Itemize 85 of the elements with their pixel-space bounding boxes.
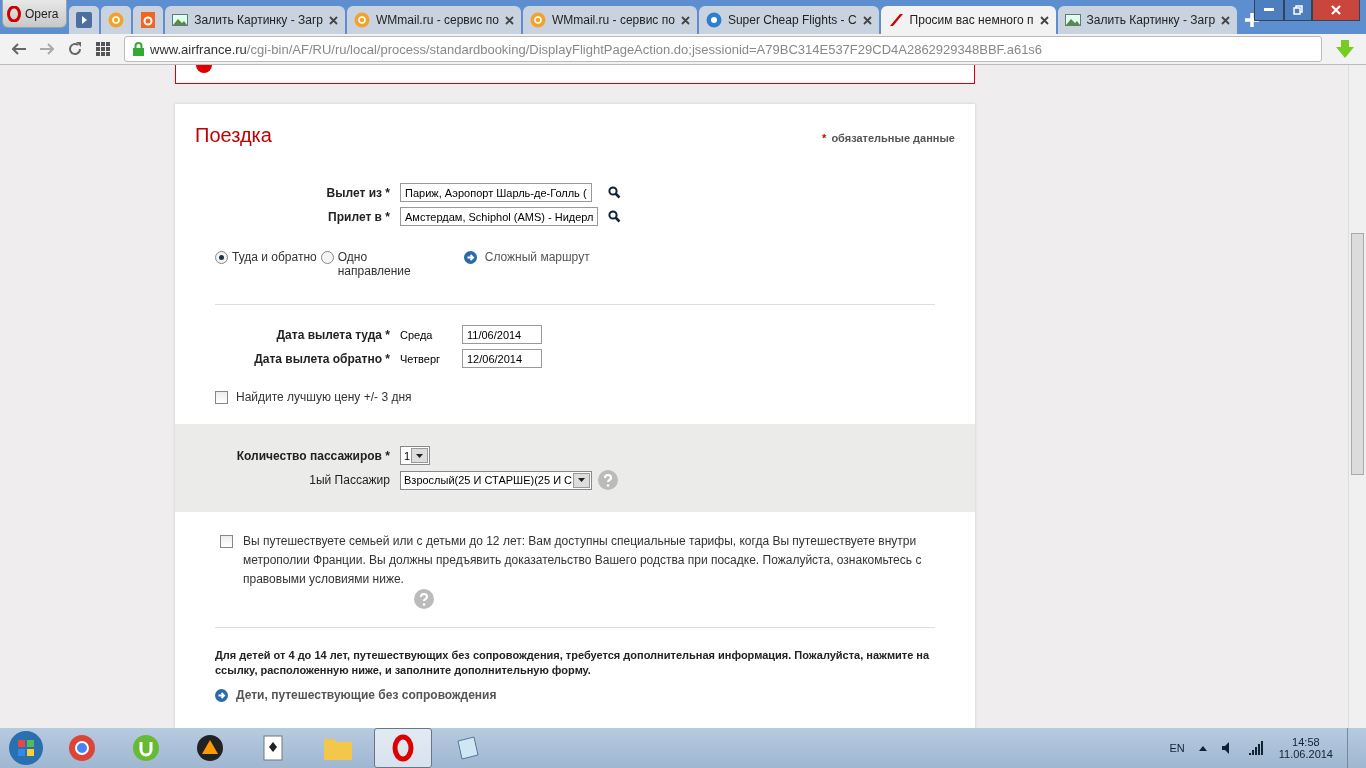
reload-icon[interactable] bbox=[68, 42, 82, 56]
airport-field[interactable]: Париж, Аэропорт Шарль-де-Голль ( bbox=[400, 183, 592, 202]
pinned-tab[interactable] bbox=[101, 6, 132, 34]
back-icon[interactable] bbox=[12, 43, 26, 55]
tray-expand-icon[interactable] bbox=[1198, 745, 1207, 751]
picture-icon bbox=[172, 14, 189, 26]
ring-logo-icon bbox=[108, 12, 125, 28]
weekday: Среда bbox=[400, 328, 434, 341]
dropdown-arrow-icon bbox=[578, 478, 586, 482]
unaccompanied-children-link[interactable]: Дети, путешествующие без сопровождения bbox=[215, 688, 955, 702]
required-note: обязательные данные bbox=[831, 132, 955, 144]
triangle-logo-icon bbox=[196, 734, 224, 762]
signal-bars-icon[interactable] bbox=[1248, 741, 1265, 755]
field-label: Прилет в * bbox=[328, 209, 390, 224]
opera-logo-icon bbox=[7, 5, 21, 22]
picture-icon bbox=[1064, 14, 1081, 26]
unaccompanied-info-text: Для детей от 4 до 14 лет, путешествующих без сопровождения, требуется дополнительная информация. Пожалуйста, нажмите на ссылку, расположенную ниже, и заполните дополнительную форму. bbox=[215, 648, 931, 678]
notepad-icon bbox=[455, 735, 481, 761]
field-label: Вылет из * bbox=[326, 185, 390, 200]
pinned-tab[interactable] bbox=[133, 6, 164, 34]
start-button-icon[interactable] bbox=[6, 730, 46, 766]
date-label: Дата вылета туда * bbox=[276, 327, 390, 342]
checkbox-label[interactable]: Найдите лучшую цену +/- 3 дня bbox=[236, 390, 412, 404]
passenger-type-select[interactable]: Взрослый(25 И СТАРШЕ)(25 И С bbox=[400, 470, 593, 490]
close-window-button[interactable] bbox=[1312, 0, 1360, 21]
clock-date[interactable]: 11.06.2014 bbox=[1278, 748, 1333, 760]
taskbar-app-button[interactable] bbox=[374, 728, 432, 768]
radio-label[interactable]: Одно направление bbox=[337, 250, 430, 278]
address-field[interactable]: www.airfrance.ru/cgi-bin/AF/RU/ru/local/process/standardbooking/DisplayFlightPageAction.do;jsessionid=A79BC314E537F29CD4A2862929348BBF.a61s6 bbox=[124, 36, 1322, 62]
arrow-right-icon bbox=[215, 688, 228, 702]
speed-dial-tab[interactable] bbox=[69, 6, 100, 34]
browser-tab[interactable]: Залить Картинку - Загр bbox=[1057, 6, 1238, 34]
lock-icon bbox=[133, 42, 144, 56]
u-logo-icon bbox=[132, 734, 160, 762]
section-title: Поездка bbox=[195, 124, 272, 147]
close-icon[interactable] bbox=[862, 15, 872, 25]
clock-time[interactable]: 14:58 bbox=[1292, 736, 1320, 748]
grid-icon[interactable] bbox=[96, 42, 110, 56]
close-icon[interactable] bbox=[504, 15, 514, 25]
field-label: Количество пассажиров * bbox=[236, 448, 390, 463]
circle-logo-icon bbox=[705, 12, 722, 28]
ring-logo-icon bbox=[68, 734, 96, 762]
browser-tab[interactable]: Просим вас немного п bbox=[880, 6, 1056, 34]
checkbox[interactable] bbox=[215, 390, 228, 404]
stripe-logo-icon bbox=[887, 14, 904, 26]
play-icon bbox=[76, 12, 93, 28]
radio-button[interactable] bbox=[320, 251, 334, 264]
asterisk: * bbox=[822, 132, 827, 144]
airport-field[interactable]: Амстердам, Schiphol (AMS) - Нидерл bbox=[400, 207, 599, 226]
maximize-button[interactable] bbox=[1284, 0, 1312, 21]
family-fare-text: Вы путешествуете семьей или с детьми до 12 лет: Вам доступны специальные тарифы, когда Вы путешествуете внутри метрополии Франции. Вы должны предъявить доказательство Вашего родства при посадке. Пожалуйста, ознакомьтесь с правовыми условиями ниже. bbox=[243, 533, 923, 588]
weekday: Четверг bbox=[400, 352, 442, 365]
ring-logo-icon bbox=[529, 12, 546, 28]
complex-route-link[interactable]: Сложный маршрут bbox=[463, 250, 590, 264]
radio-label[interactable]: Туда и обратно bbox=[232, 250, 317, 264]
restore-icon bbox=[1293, 5, 1303, 15]
plus-icon[interactable] bbox=[1245, 13, 1260, 27]
passenger-count-select[interactable]: 1 bbox=[400, 446, 431, 465]
date-field[interactable]: 11/06/2014 bbox=[462, 325, 542, 344]
close-icon[interactable] bbox=[680, 15, 690, 25]
field-label: 1ый Пассажир bbox=[309, 473, 390, 487]
language-indicator[interactable]: EN bbox=[1169, 742, 1185, 754]
minimize-button[interactable] bbox=[1254, 0, 1284, 21]
arrow-right-icon bbox=[463, 250, 477, 264]
dropdown-arrow-icon bbox=[416, 453, 424, 458]
browser-tab[interactable]: WMmail.ru - сервис по bbox=[347, 6, 521, 34]
browser-tab[interactable]: WMmail.ru - сервис по bbox=[522, 6, 697, 34]
checkbox[interactable] bbox=[220, 535, 233, 548]
search-icon[interactable] bbox=[608, 210, 622, 223]
minimize-icon bbox=[1264, 8, 1274, 12]
search-icon[interactable] bbox=[608, 186, 622, 199]
close-icon[interactable] bbox=[1221, 15, 1231, 25]
browser-tab[interactable]: Залить Картинку - Загр bbox=[165, 6, 345, 34]
playing-cards-icon bbox=[262, 734, 286, 762]
close-icon[interactable] bbox=[1039, 15, 1049, 25]
ring-logo-icon bbox=[354, 12, 370, 28]
close-icon[interactable] bbox=[329, 15, 338, 25]
radio-button[interactable] bbox=[215, 251, 228, 264]
date-label: Дата вылета обратно * bbox=[254, 351, 390, 366]
browser-tab[interactable]: Super Cheap Flights - C bbox=[698, 6, 879, 34]
date-field[interactable]: 12/06/2014 bbox=[462, 349, 542, 368]
letter-a-icon bbox=[141, 12, 156, 28]
close-icon bbox=[1331, 5, 1341, 15]
opera-menu-button[interactable]: Opera bbox=[2, 0, 68, 28]
o-logo-icon bbox=[392, 734, 414, 762]
